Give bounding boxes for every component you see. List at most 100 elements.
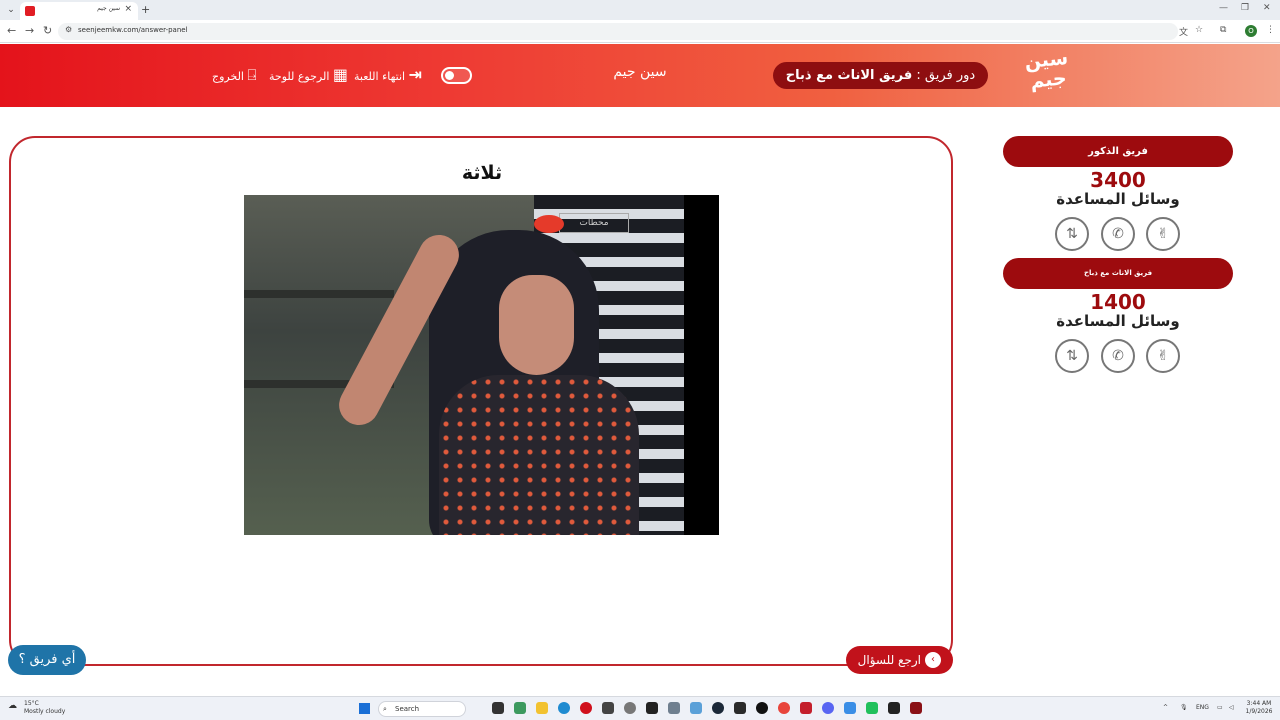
woman-figure bbox=[332, 215, 639, 535]
phone-icon[interactable]: ✆ bbox=[1101, 217, 1135, 251]
weather-text: Mostly cloudy bbox=[24, 708, 66, 715]
browser-tab[interactable]: سين جيم × bbox=[20, 2, 138, 20]
app-icon[interactable] bbox=[844, 702, 856, 714]
new-tab-icon[interactable]: + bbox=[141, 3, 150, 16]
site-info-icon[interactable]: ⚙ bbox=[65, 25, 72, 34]
photos-icon[interactable] bbox=[690, 702, 702, 714]
opera-icon[interactable] bbox=[580, 702, 592, 714]
answer-media[interactable]: محطات bbox=[244, 195, 719, 535]
tab-title: سين جيم bbox=[97, 5, 120, 12]
app-icon[interactable] bbox=[888, 702, 900, 714]
browser-tab-bar: ⌄ سين جيم × + — ❐ ✕ bbox=[0, 0, 1280, 20]
exit-label: الخروج bbox=[212, 70, 244, 83]
peace-hand-icon[interactable]: ✌ bbox=[1146, 217, 1180, 251]
cloud-icon: ☁ bbox=[8, 701, 17, 711]
weather-widget[interactable]: ☁ 15°C Mostly cloudy bbox=[8, 700, 66, 716]
url-text[interactable]: seenjeemkw.com/answer-panel bbox=[78, 26, 188, 34]
clock-time: 3:44 AM bbox=[1246, 700, 1272, 707]
close-tab-icon[interactable]: × bbox=[124, 4, 132, 14]
app-icon[interactable] bbox=[514, 702, 526, 714]
microphone-icon[interactable]: 🎙 bbox=[1180, 704, 1188, 711]
end-game-label: انتهاء اللعبة bbox=[354, 70, 406, 83]
search-icon: ⌕ bbox=[383, 705, 387, 713]
exit-door-icon: ⍈ bbox=[247, 66, 257, 84]
turn-team-name: فريق الاناث مع ذباح bbox=[785, 68, 913, 83]
edge-icon[interactable] bbox=[558, 702, 570, 714]
app-icon[interactable] bbox=[602, 702, 614, 714]
peace-hand-icon[interactable]: ✌ bbox=[1146, 339, 1180, 373]
volume-icon[interactable]: ◁ bbox=[1229, 704, 1234, 711]
app-icon[interactable] bbox=[800, 702, 812, 714]
bookmark-star-icon[interactable]: ☆ bbox=[1195, 25, 1203, 35]
site-title: سين جيم bbox=[613, 64, 667, 80]
app-icon[interactable] bbox=[624, 702, 636, 714]
answer-title: ثلاثة bbox=[461, 162, 503, 184]
site-favicon-icon bbox=[25, 6, 35, 16]
team-1-name: فريق الذكور bbox=[1003, 136, 1233, 167]
capcut-icon[interactable] bbox=[646, 702, 658, 714]
red-flower bbox=[534, 215, 564, 233]
reload-icon[interactable]: ↻ bbox=[43, 24, 52, 37]
site-logo[interactable]: سين جيم bbox=[1019, 47, 1076, 104]
answer-panel: ثلاثة محطات bbox=[9, 136, 953, 666]
polka-dot-dress bbox=[439, 375, 639, 535]
chrome-icon[interactable] bbox=[778, 702, 790, 714]
network-icon[interactable]: ▭ bbox=[1217, 704, 1223, 711]
omnibox[interactable]: ⚙ seenjeemkw.com/answer-panel bbox=[58, 23, 1178, 40]
app-icon[interactable] bbox=[866, 702, 878, 714]
team-2-aids-label: وسائل المساعدة bbox=[1056, 312, 1180, 330]
discord-icon[interactable] bbox=[822, 702, 834, 714]
chevron-right-icon: › bbox=[925, 652, 941, 668]
address-bar-row: ← → ↻ ⚙ seenjeemkw.com/answer-panel 文 ☆ … bbox=[0, 20, 1280, 43]
face bbox=[499, 275, 574, 375]
restore-icon[interactable]: ❐ bbox=[1241, 3, 1249, 13]
two-hands-icon[interactable]: ⇅ bbox=[1055, 339, 1089, 373]
which-team-button[interactable]: أي فريق ؟ bbox=[8, 645, 86, 675]
task-view-icon[interactable] bbox=[492, 702, 504, 714]
extensions-icon[interactable]: ⧉ bbox=[1220, 25, 1226, 35]
back-arrow-icon[interactable]: ← bbox=[7, 24, 16, 37]
file-explorer-icon[interactable] bbox=[536, 702, 548, 714]
minimize-icon[interactable]: — bbox=[1219, 3, 1228, 13]
close-window-icon[interactable]: ✕ bbox=[1263, 3, 1271, 13]
end-game-button[interactable]: ⇥ انتهاء اللعبة bbox=[354, 64, 422, 86]
phone-icon[interactable]: ✆ bbox=[1101, 339, 1135, 373]
current-turn-badge: دور فريق : فريق الاناث مع ذباح bbox=[773, 62, 988, 89]
turn-prefix: دور فريق : bbox=[912, 68, 976, 83]
back-to-question-label: ارجع للسؤال bbox=[857, 653, 921, 667]
two-hands-icon[interactable]: ⇅ bbox=[1055, 217, 1089, 251]
windows-taskbar: ☁ 15°C Mostly cloudy ⌕ Search ^ 🎙 ENG ▭ … bbox=[0, 696, 1280, 720]
language-indicator[interactable]: ENG bbox=[1196, 704, 1209, 711]
start-windows-icon[interactable] bbox=[359, 703, 370, 714]
team-2-name: فريق الاناث مع ذباح bbox=[1003, 258, 1233, 289]
grid-icon: ▦ bbox=[332, 65, 349, 84]
menu-dots-icon[interactable]: ⋮ bbox=[1266, 25, 1275, 35]
search-label: Search bbox=[395, 705, 420, 713]
video-frame: محطات bbox=[244, 195, 684, 535]
translate-icon[interactable]: 文 bbox=[1179, 25, 1188, 38]
site-header: سين جيم دور فريق : فريق الاناث مع ذباح س… bbox=[0, 44, 1280, 107]
calculator-icon[interactable] bbox=[668, 702, 680, 714]
back-to-question-button[interactable]: › ارجع للسؤال bbox=[846, 646, 953, 674]
app-icon[interactable] bbox=[756, 702, 768, 714]
team-1-score: 3400 bbox=[1090, 168, 1146, 192]
back-to-board-button[interactable]: ▦ الرجوع للوحة bbox=[269, 64, 348, 86]
app-icon[interactable] bbox=[910, 702, 922, 714]
taskbar-search[interactable]: ⌕ Search bbox=[378, 701, 466, 717]
exit-button[interactable]: ⍈ الخروج bbox=[212, 64, 257, 86]
profile-avatar[interactable]: O bbox=[1245, 25, 1257, 37]
end-game-icon: ⇥ bbox=[408, 65, 423, 84]
team-2-score: 1400 bbox=[1090, 290, 1146, 314]
clock-date: 1/9/2026 bbox=[1245, 708, 1273, 715]
toggle-knob bbox=[445, 71, 454, 80]
back-to-board-label: الرجوع للوحة bbox=[269, 70, 330, 83]
system-clock[interactable]: 3:44 AM 1/9/2026 bbox=[1241, 700, 1277, 716]
app-icon[interactable] bbox=[734, 702, 746, 714]
steam-icon[interactable] bbox=[712, 702, 724, 714]
team-1-aids-label: وسائل المساعدة bbox=[1056, 190, 1180, 208]
temperature: 15°C bbox=[24, 700, 39, 707]
theme-toggle[interactable] bbox=[441, 67, 472, 84]
chevron-up-icon[interactable]: ^ bbox=[1163, 704, 1168, 711]
tab-search-icon[interactable]: ⌄ bbox=[4, 3, 18, 17]
forward-arrow-icon[interactable]: → bbox=[25, 24, 34, 37]
